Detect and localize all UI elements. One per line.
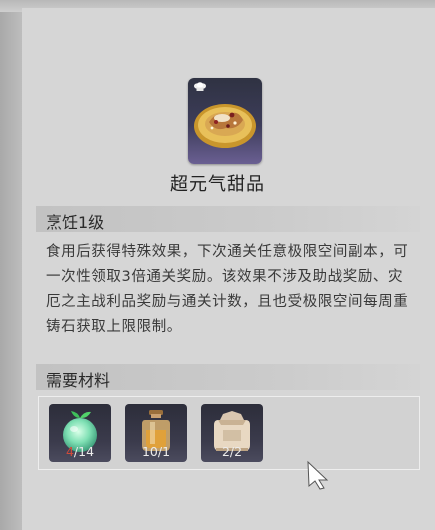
cooking-level-header: 烹饪1级: [36, 206, 420, 232]
dessert-plate-icon: [194, 104, 256, 148]
material-slot[interactable]: 4/14: [49, 404, 111, 462]
cursor-arrow-icon: [307, 460, 329, 490]
item-name: 超元气甜品: [170, 174, 265, 195]
materials-header: 需要材料: [36, 364, 420, 390]
background-left-edge: [0, 0, 22, 530]
material-need-count: 1: [162, 444, 171, 459]
materials-list: 4/14 10/1 2/2: [38, 396, 420, 470]
cooking-level-label: 烹饪1级: [46, 213, 105, 232]
material-need-count: 14: [78, 444, 95, 459]
material-count: 2/2: [221, 444, 243, 459]
material-have-count: 10: [141, 444, 158, 459]
material-slot[interactable]: 2/2: [201, 404, 263, 462]
material-count: 4/14: [65, 444, 95, 459]
material-slot[interactable]: 10/1: [125, 404, 187, 462]
item-icon-card[interactable]: [188, 78, 262, 164]
materials-header-label: 需要材料: [46, 371, 111, 390]
material-have-count: 4: [65, 444, 74, 459]
material-count: 10/1: [141, 444, 171, 459]
material-need-count: 2: [234, 444, 243, 459]
material-have-count: 2: [221, 444, 230, 459]
item-description: 食用后获得特殊效果，下次通关任意极限空间副本，可一次性领取3倍通关奖励。该效果不…: [46, 244, 409, 335]
